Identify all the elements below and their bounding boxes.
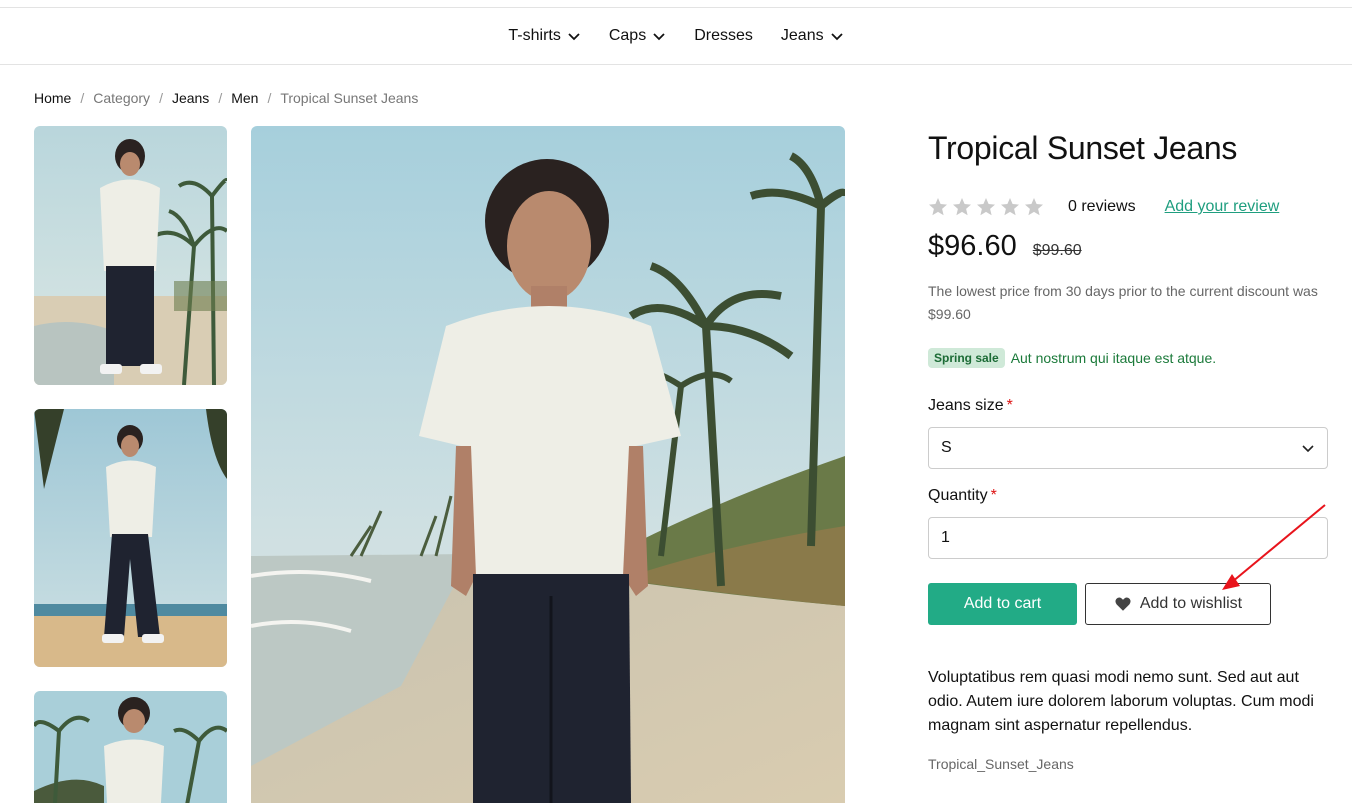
add-to-wishlist-label: Add to wishlist xyxy=(1139,595,1243,612)
rating-stars xyxy=(928,197,1044,217)
product-photo xyxy=(251,126,845,803)
product-thumbnail-3[interactable] xyxy=(34,691,227,803)
sale-badge: Spring sale xyxy=(928,348,1005,368)
star-icon xyxy=(929,198,947,216)
nav-item-label: Jeans xyxy=(780,27,824,44)
lowest-price-note: The lowest price from 30 days prior to t… xyxy=(928,283,1318,322)
product-title: Tropical Sunset Jeans xyxy=(928,130,1238,166)
required-mark: * xyxy=(990,487,997,504)
product-info: Tropical Sunset Jeans 0 reviews Add your… xyxy=(928,130,1328,772)
nav-item-jeans[interactable]: Jeans xyxy=(781,27,844,45)
product-photo xyxy=(34,691,227,803)
star-icon xyxy=(977,198,995,216)
product-thumbnail-2[interactable] xyxy=(34,409,227,667)
quantity-value: 1 xyxy=(941,529,950,546)
add-review-link[interactable]: Add your review xyxy=(1165,198,1280,216)
category-nav: T-shirts Caps Dresses Jeans xyxy=(0,8,1352,65)
product-photo xyxy=(34,409,227,667)
nav-item-caps[interactable]: Caps xyxy=(609,27,666,45)
nav-item-label: Dresses xyxy=(694,27,753,44)
nav-item-dresses[interactable]: Dresses xyxy=(694,27,753,45)
size-label-text: Jeans size xyxy=(928,397,1004,414)
quantity-input[interactable]: 1 xyxy=(928,517,1328,559)
size-select[interactable]: S xyxy=(928,427,1328,469)
rating-row: 0 reviews Add your review xyxy=(928,197,1328,217)
top-strip xyxy=(0,0,1352,8)
current-price: $96.60 xyxy=(928,230,1017,262)
breadcrumb-separator: / xyxy=(80,90,85,106)
breadcrumb-men[interactable]: Men xyxy=(231,90,258,106)
product-description: Voluptatibus rem quasi modi nemo sunt. S… xyxy=(928,669,1314,734)
quantity-label-text: Quantity xyxy=(928,487,988,504)
chevron-down-icon xyxy=(568,33,580,41)
product-thumbnail-1[interactable] xyxy=(34,126,227,385)
sale-row: Spring sale Aut nostrum qui itaque est a… xyxy=(928,348,1216,368)
star-icon xyxy=(1001,198,1019,216)
star-icon xyxy=(953,198,971,216)
breadcrumb-jeans[interactable]: Jeans xyxy=(172,90,209,106)
add-to-cart-button[interactable]: Add to cart xyxy=(928,583,1077,625)
size-label: Jeans size * xyxy=(928,397,1013,415)
add-to-wishlist-button[interactable]: Add to wishlist xyxy=(1085,583,1271,625)
add-to-cart-label: Add to cart xyxy=(963,595,1042,612)
product-sku: Tropical_Sunset_Jeans xyxy=(928,756,1074,772)
required-mark: * xyxy=(1006,397,1013,414)
size-select-value: S xyxy=(941,439,952,456)
price-row: $96.60 $99.60 xyxy=(928,230,1082,263)
heart-icon xyxy=(1115,597,1131,611)
breadcrumb-home[interactable]: Home xyxy=(34,90,71,106)
review-count: 0 reviews xyxy=(1068,198,1136,215)
quantity-label: Quantity * xyxy=(928,487,997,505)
chevron-down-icon xyxy=(830,33,843,41)
breadcrumb-category: Category xyxy=(93,90,151,106)
breadcrumb-separator: / xyxy=(218,90,223,106)
breadcrumb-separator: / xyxy=(159,90,163,106)
product-main-image[interactable] xyxy=(251,126,845,803)
chevron-down-icon xyxy=(653,33,665,41)
nav-item-label: Caps xyxy=(608,27,647,44)
chevron-down-icon xyxy=(1302,445,1314,453)
star-icon xyxy=(1025,198,1043,216)
breadcrumb: Home / Category / Jeans / Men / Tropical… xyxy=(34,90,418,106)
product-photo xyxy=(34,126,227,385)
nav-item-label: T-shirts xyxy=(508,27,561,44)
old-price: $99.60 xyxy=(1032,242,1082,259)
nav-item-tshirts[interactable]: T-shirts xyxy=(508,27,580,45)
breadcrumb-separator: / xyxy=(267,90,272,106)
breadcrumb-current: Tropical Sunset Jeans xyxy=(280,90,419,106)
sale-text: Aut nostrum qui itaque est atque. xyxy=(1010,350,1217,366)
